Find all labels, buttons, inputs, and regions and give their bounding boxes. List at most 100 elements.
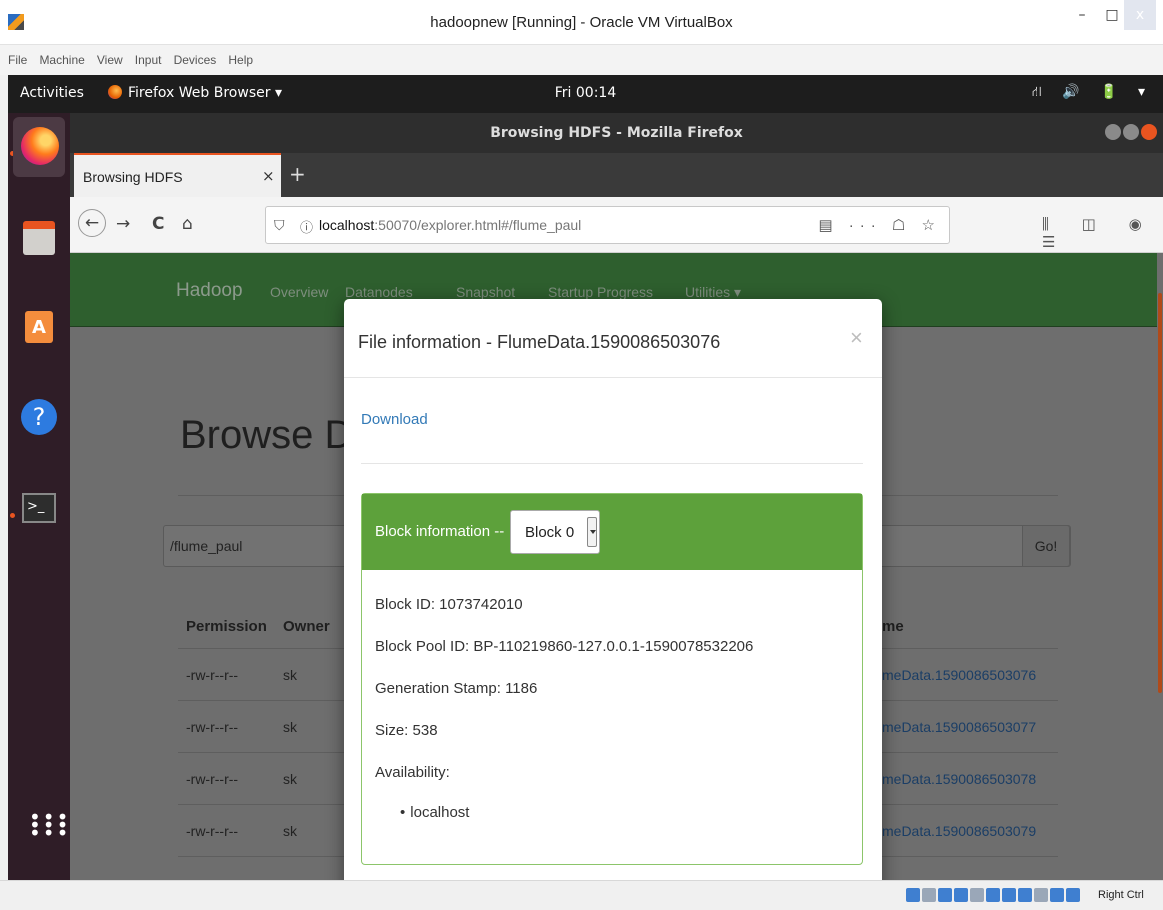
vbox-title-bar: hadoopnew [Running] - Oracle VM VirtualB… <box>0 0 1163 45</box>
dock: A ? >_ ••• ••• ••• <box>8 113 70 880</box>
navigation-toolbar: ← → C ⌂ ⛉ ⓘ localhost:50070/explorer.htm… <box>70 197 1163 253</box>
cell-name-link[interactable]: meData.1590086503078 <box>882 771 1036 787</box>
dock-help[interactable]: ? <box>13 393 65 445</box>
display-icon[interactable] <box>1002 888 1016 902</box>
block-pool-id: Block Pool ID: BP-110219860-127.0.0.1-15… <box>375 638 754 655</box>
nav-datanodes[interactable]: Datanodes <box>345 284 413 300</box>
system-tray[interactable]: ⛙ 🔊 🔋 ▾ <box>1032 84 1153 102</box>
nav-startup-progress[interactable]: Startup Progress <box>548 284 653 300</box>
files-icon <box>23 221 55 255</box>
new-tab-button[interactable]: + <box>289 162 306 186</box>
tab-label: Browsing HDFS <box>83 169 183 185</box>
reload-button[interactable]: C <box>152 214 164 234</box>
forward-button[interactable]: → <box>116 214 130 234</box>
list-item: localhost <box>400 804 469 821</box>
block-info-label: Block information -- <box>375 523 505 540</box>
keyboard-icon[interactable] <box>1066 888 1080 902</box>
url-rest: :50070/explorer.html#/flume_paul <box>374 217 582 233</box>
optical-drive-icon[interactable] <box>922 888 936 902</box>
chevron-down-icon <box>587 517 597 547</box>
cell-owner: sk <box>283 771 297 787</box>
url-host: localhost <box>319 217 375 233</box>
availability-list: localhost <box>400 804 469 821</box>
tab-close-icon[interactable]: × <box>262 167 275 185</box>
firefox-window-title: Browsing HDFS - Mozilla Firefox <box>490 125 743 141</box>
dock-files[interactable] <box>13 213 65 265</box>
page-scrollbar[interactable] <box>1157 253 1163 880</box>
dock-software[interactable]: A <box>13 303 65 355</box>
site-info-icon[interactable]: ⓘ <box>300 217 313 236</box>
block-select[interactable]: Block 0 <box>510 510 600 554</box>
network-icon[interactable] <box>954 888 968 902</box>
cell-owner: sk <box>283 719 297 735</box>
maximize-icon[interactable] <box>1123 124 1139 140</box>
hard-disk-icon[interactable] <box>906 888 920 902</box>
menu-devices[interactable]: Devices <box>174 45 217 75</box>
header-permission[interactable]: Permission <box>186 618 267 635</box>
cell-permission: -rw-r--r-- <box>186 823 239 839</box>
availability-label: Availability: <box>375 764 450 781</box>
path-value: /flume_paul <box>170 538 243 554</box>
cell-name-link[interactable]: meData.1590086503076 <box>882 667 1036 683</box>
recording-icon[interactable] <box>1018 888 1032 902</box>
cell-name-link[interactable]: meData.1590086503077 <box>882 719 1036 735</box>
mouse-integration-icon[interactable] <box>1050 888 1064 902</box>
modal-close-button[interactable]: × <box>850 325 863 351</box>
firefox-title-bar: Browsing HDFS - Mozilla Firefox <box>70 113 1163 153</box>
cell-name-link[interactable]: meData.1590086503079 <box>882 823 1036 839</box>
dock-firefox[interactable] <box>13 117 65 177</box>
menu-file[interactable]: File <box>8 45 27 75</box>
vbox-window-title: hadoopnew [Running] - Oracle VM VirtualB… <box>430 14 733 31</box>
url-bar[interactable]: ⛉ ⓘ localhost:50070/explorer.html#/flume… <box>265 206 950 244</box>
firefox-window: Browsing HDFS - Mozilla Firefox Browsing… <box>70 113 1163 880</box>
usb-icon[interactable] <box>970 888 984 902</box>
cpu-icon[interactable] <box>1034 888 1048 902</box>
menu-input[interactable]: Input <box>135 45 162 75</box>
url-actions[interactable]: ▤ ··· ☖ ☆ <box>818 216 941 234</box>
scrollbar-thumb[interactable] <box>1158 293 1162 693</box>
device-status-icons <box>906 887 1082 906</box>
vbox-status-bar: Right Ctrl <box>0 880 1163 910</box>
back-button[interactable]: ← <box>78 209 106 237</box>
tab-browsing-hdfs[interactable]: Browsing HDFS × <box>74 153 281 197</box>
menu-help[interactable]: Help <box>228 45 253 75</box>
modal-title: File information - FlumeData.15900865030… <box>358 332 721 352</box>
panel-heading: Block information -- Block 0 <box>362 494 862 570</box>
header-name[interactable]: me <box>882 618 904 635</box>
nav-snapshot[interactable]: Snapshot <box>456 284 515 300</box>
go-button[interactable]: Go! <box>1022 525 1070 567</box>
cell-owner: sk <box>283 823 297 839</box>
block-select-value: Block 0 <box>525 524 575 541</box>
page-viewport: Hadoop Overview Datanodes Snapshot Start… <box>70 253 1163 880</box>
window-controls <box>1103 124 1157 144</box>
menu-view[interactable]: View <box>97 45 123 75</box>
cell-permission: -rw-r--r-- <box>186 667 239 683</box>
cell-permission: -rw-r--r-- <box>186 771 239 787</box>
dock-terminal[interactable]: >_ <box>13 485 65 537</box>
close-button[interactable]: x <box>1124 0 1156 30</box>
shared-folders-icon[interactable] <box>986 888 1000 902</box>
cell-owner: sk <box>283 667 297 683</box>
size: Size: 538 <box>375 722 438 739</box>
menu-machine[interactable]: Machine <box>39 45 84 75</box>
tab-strip: Browsing HDFS × + <box>70 153 1163 197</box>
close-icon[interactable] <box>1141 124 1157 140</box>
dock-show-applications[interactable]: ••• ••• ••• <box>13 803 68 855</box>
nav-overview[interactable]: Overview <box>270 284 328 300</box>
download-link[interactable]: Download <box>361 411 428 428</box>
firefox-icon <box>21 127 59 165</box>
clock[interactable]: Fri 00:14 <box>8 85 1163 101</box>
software-store-icon: A <box>25 311 53 343</box>
divider <box>361 463 863 464</box>
header-owner[interactable]: Owner <box>283 618 330 635</box>
grid-icon: ••• ••• ••• <box>29 805 71 845</box>
audio-icon[interactable] <box>938 888 952 902</box>
url-text[interactable]: localhost:50070/explorer.html#/flume_pau… <box>319 217 581 233</box>
minimize-icon[interactable] <box>1105 124 1121 140</box>
toolbar-right-icons[interactable]: ⫼ ◫ ◉ ☰ <box>1042 215 1163 251</box>
block-info-panel: Block information -- Block 0 Block ID: 1… <box>361 493 863 865</box>
hadoop-brand[interactable]: Hadoop <box>176 280 243 302</box>
tracking-shield-icon[interactable]: ⛉ <box>274 217 285 234</box>
home-button[interactable]: ⌂ <box>182 214 193 234</box>
file-info-modal: File information - FlumeData.15900865030… <box>344 299 882 880</box>
